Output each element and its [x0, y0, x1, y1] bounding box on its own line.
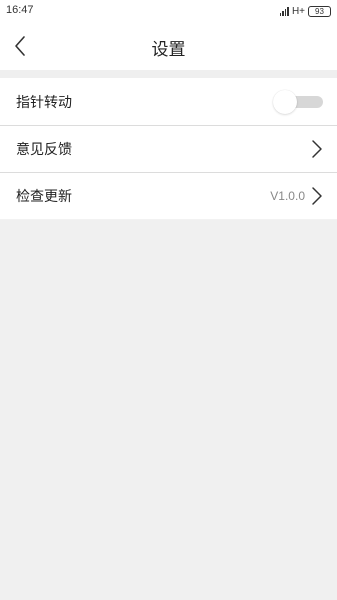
feedback-label: 意见反馈	[16, 142, 72, 158]
version-value: V1.0.0	[270, 189, 305, 203]
check-update-label: 检查更新	[16, 189, 72, 205]
empty-content-area	[0, 220, 337, 600]
page-title: 设置	[151, 40, 186, 60]
status-bar: 16:47 H+ 93	[0, 0, 337, 22]
signal-icon	[279, 6, 289, 16]
chevron-right-icon	[311, 139, 323, 159]
pointer-rotation-label: 指针转动	[16, 94, 72, 111]
setting-row-check-update[interactable]: 检查更新 V1.0.0	[0, 172, 337, 219]
network-type: H+	[291, 5, 305, 17]
chevron-right-icon	[311, 186, 323, 206]
setting-row-feedback[interactable]: 意见反馈	[0, 125, 337, 172]
setting-row-pointer-rotation[interactable]: 指针转动	[0, 78, 337, 125]
status-indicators: H+ 93	[279, 4, 331, 18]
battery-icon: 93	[308, 5, 331, 17]
header: 设置	[0, 22, 337, 70]
section-divider	[0, 70, 337, 78]
settings-list: 指针转动 意见反馈 检查更新 V1.0.0	[0, 78, 337, 219]
toggle-knob	[273, 89, 297, 114]
pointer-rotation-toggle[interactable]	[273, 89, 323, 114]
status-time: 16:47	[6, 4, 34, 16]
